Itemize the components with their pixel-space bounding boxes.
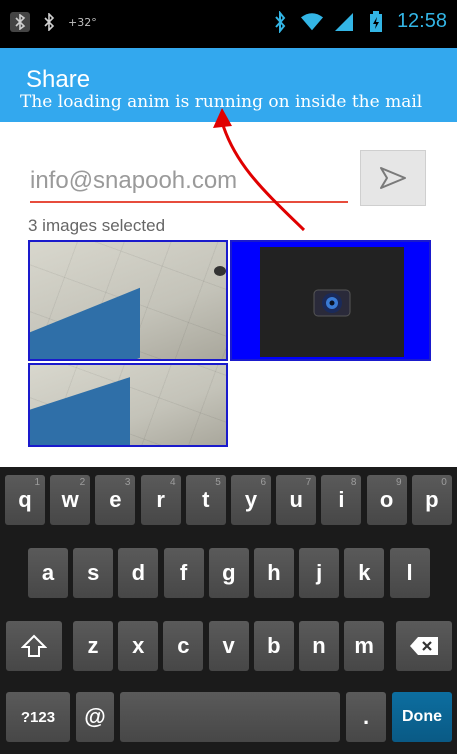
key-e[interactable]: e3 <box>95 475 136 525</box>
key-number-hint: 6 <box>260 477 266 488</box>
key-o[interactable]: o9 <box>366 475 407 525</box>
key-number-hint: 0 <box>441 477 447 488</box>
key-a[interactable]: a <box>28 548 68 598</box>
key-b[interactable]: b <box>253 621 294 671</box>
backspace-key[interactable] <box>396 621 452 671</box>
key-number-hint: 9 <box>396 477 402 488</box>
key-label: u <box>289 487 303 512</box>
key-w[interactable]: w2 <box>50 475 91 525</box>
key-y[interactable]: y6 <box>231 475 271 525</box>
key-u[interactable]: u7 <box>276 475 317 525</box>
key-l[interactable]: l <box>389 548 430 598</box>
space-key[interactable] <box>120 692 340 742</box>
key-number-hint: 1 <box>34 477 40 488</box>
key-label: w <box>61 487 79 512</box>
key-k[interactable]: k <box>344 548 385 598</box>
key-x[interactable]: x <box>118 621 159 671</box>
key-c[interactable]: c <box>163 621 204 671</box>
key-f[interactable]: f <box>163 548 204 598</box>
key-g[interactable]: g <box>208 548 249 598</box>
key-number-hint: 2 <box>79 477 86 488</box>
key-q[interactable]: q1 <box>5 475 45 525</box>
key-m[interactable]: m <box>344 621 385 671</box>
key-number-hint: 4 <box>170 477 176 488</box>
key-j[interactable]: j <box>299 548 340 598</box>
key-label: q <box>18 487 32 512</box>
key-v[interactable]: v <box>208 621 249 671</box>
soft-keyboard: q1w2e3r4t5y6u7i8o9p0 asdfghjkl zxcvbnm ?… <box>0 467 457 754</box>
at-key[interactable]: @ <box>76 692 114 742</box>
key-i[interactable]: i8 <box>321 475 362 525</box>
period-key[interactable]: . <box>346 692 386 742</box>
key-h[interactable]: h <box>254 548 294 598</box>
key-p[interactable]: p0 <box>411 475 452 525</box>
backspace-icon <box>410 637 438 655</box>
key-s[interactable]: s <box>73 548 114 598</box>
key-r[interactable]: r4 <box>140 475 181 525</box>
key-t[interactable]: t5 <box>185 475 226 525</box>
key-label: e <box>109 487 122 512</box>
key-label: r <box>156 487 165 512</box>
symbols-key[interactable]: ?123 <box>6 692 70 742</box>
key-label: t <box>202 487 210 512</box>
key-number-hint: 3 <box>124 477 131 488</box>
key-label: p <box>425 487 439 512</box>
key-z[interactable]: z <box>73 621 113 671</box>
key-label: y <box>244 487 258 512</box>
shift-key[interactable] <box>6 621 62 671</box>
shift-icon <box>21 634 47 657</box>
key-n[interactable]: n <box>299 621 339 671</box>
key-label: i <box>338 487 345 512</box>
key-d[interactable]: d <box>118 548 159 598</box>
key-number-hint: 8 <box>350 477 357 488</box>
key-label: o <box>379 487 394 512</box>
key-number-hint: 5 <box>215 477 221 488</box>
done-key[interactable]: Done <box>392 692 452 742</box>
key-number-hint: 7 <box>305 477 312 488</box>
